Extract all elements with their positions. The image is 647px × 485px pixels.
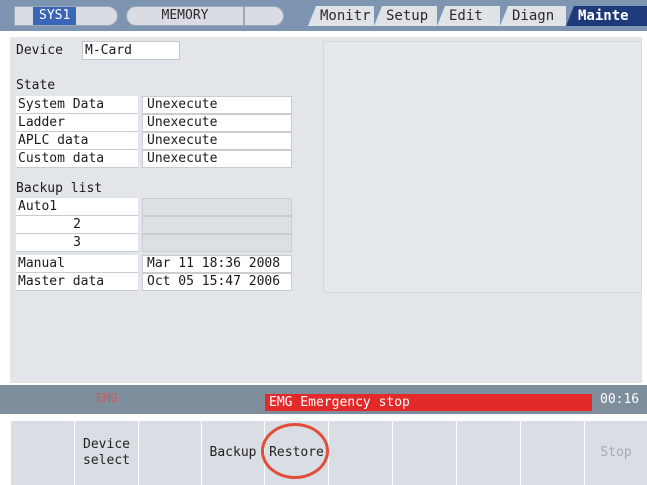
state-label-ladder: Ladder [16, 114, 138, 132]
top-tab-bar: SYS1 MEMORY Monitr Setup Edit Diagn Main… [0, 0, 647, 31]
tab-edit[interactable]: Edit [437, 6, 500, 26]
backup-button[interactable]: Backup [201, 421, 264, 485]
tab-setup[interactable]: Setup [374, 6, 437, 26]
state-value-custom: Unexecute [142, 150, 292, 168]
fkey-3[interactable] [138, 421, 201, 485]
backup-label-master[interactable]: Master data [16, 273, 138, 291]
fkey-8[interactable] [456, 421, 520, 485]
state-label-aplc: APLC data [16, 132, 138, 150]
backup-value-manual[interactable]: Mar 11 18:36 2008 [142, 255, 292, 273]
system-indicator: SYS1 [14, 6, 118, 26]
tab-monitr[interactable]: Monitr [308, 6, 374, 26]
device-value: M-Card [82, 41, 180, 60]
fkey-1[interactable] [10, 421, 74, 485]
backup-label-auto3[interactable]: 3 [16, 234, 138, 252]
main-panel: Device M-Card State System Data Unexecut… [10, 37, 642, 383]
clock: 00:16 [600, 392, 640, 407]
stop-button[interactable]: Stop [584, 421, 647, 485]
state-value-ladder: Unexecute [142, 114, 292, 132]
device-label: Device [16, 43, 63, 58]
mode-indicator-end [244, 6, 284, 26]
message-area [323, 41, 642, 293]
emg-indicator: EMG [96, 391, 118, 405]
tab-mainte[interactable]: Mainte [566, 6, 647, 26]
alarm-message: EMG Emergency stop [265, 394, 592, 411]
backup-value-auto1[interactable] [142, 198, 292, 216]
state-label-custom: Custom data [16, 150, 138, 168]
backup-value-auto2[interactable] [142, 216, 292, 234]
backup-list-heading: Backup list [16, 181, 103, 196]
mode-indicator: MEMORY [126, 6, 244, 26]
state-heading: State [16, 78, 56, 93]
fkey-6[interactable] [328, 421, 392, 485]
restore-button[interactable]: Restore [264, 421, 328, 485]
fkey-9[interactable] [520, 421, 584, 485]
function-key-bar: Device select Backup Restore Stop [0, 414, 647, 485]
backup-label-auto1[interactable]: Auto1 [16, 198, 138, 216]
status-bar: EMG EMG Emergency stop 00:16 [0, 385, 647, 414]
tab-diagn[interactable]: Diagn [500, 6, 566, 26]
device-select-button[interactable]: Device select [74, 421, 138, 485]
backup-info-panel: Device M-Card State System Data Unexecut… [10, 37, 315, 383]
backup-value-auto3[interactable] [142, 234, 292, 252]
fkey-7[interactable] [392, 421, 456, 485]
system-name: SYS1 [33, 7, 77, 25]
backup-label-auto2[interactable]: 2 [16, 216, 138, 234]
backup-label-manual[interactable]: Manual [16, 255, 138, 273]
backup-value-master[interactable]: Oct 05 15:47 2006 [142, 273, 292, 291]
state-label-system-data: System Data [16, 96, 138, 114]
state-value-aplc: Unexecute [142, 132, 292, 150]
device-select-label: Device select [83, 437, 130, 468]
state-value-system-data: Unexecute [142, 96, 292, 114]
